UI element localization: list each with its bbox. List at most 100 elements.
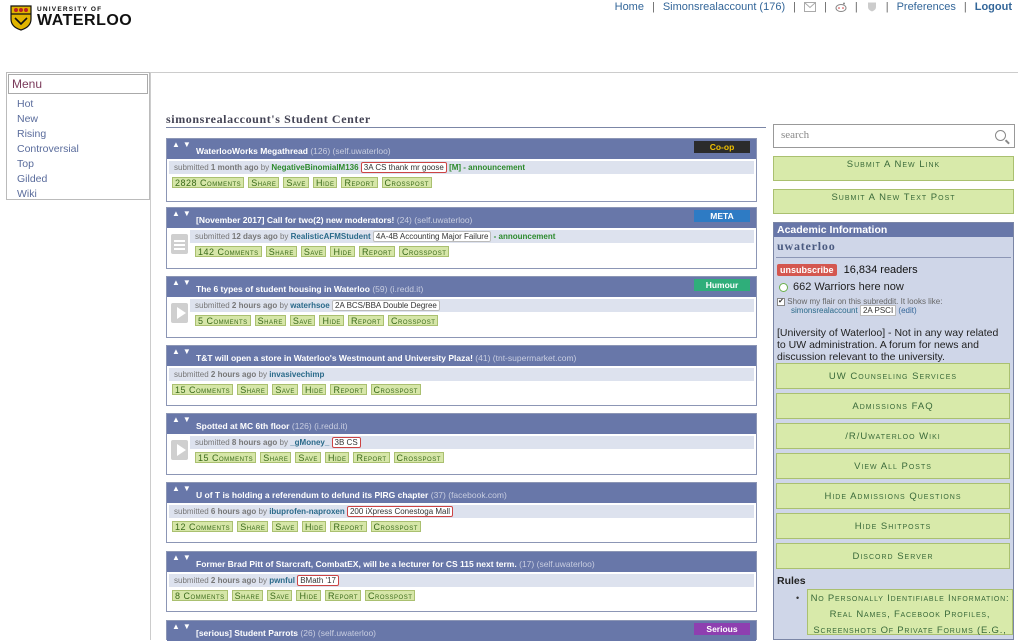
link-view-all-posts[interactable]: View All Posts xyxy=(776,453,1010,479)
menu-item-rising[interactable]: Rising xyxy=(17,127,149,142)
menu-item-label[interactable]: Gilded xyxy=(17,173,47,185)
link-discord-server[interactable]: Discord Server xyxy=(776,543,1010,569)
comments-button[interactable]: 15 Comments xyxy=(172,384,234,395)
image-thumbnail-icon[interactable] xyxy=(171,440,188,460)
crosspost-button[interactable]: Crosspost xyxy=(365,590,416,601)
save-button[interactable]: Save xyxy=(289,315,316,326)
menu-item-new[interactable]: New xyxy=(17,112,149,127)
post-domain[interactable]: (self.uwaterloo) xyxy=(333,146,391,156)
post-title[interactable]: [November 2017] Call for two(2) new mode… xyxy=(196,215,394,225)
post-author[interactable]: waterhsoe xyxy=(290,301,330,310)
hide-button[interactable]: Hide xyxy=(301,384,327,395)
comments-button[interactable]: 5 Comments xyxy=(195,315,251,326)
submit-text-post-button[interactable]: Submit A New Text Post xyxy=(773,189,1014,214)
vote-arrows-icon[interactable]: ▲▼ xyxy=(172,622,194,631)
shield-icon[interactable] xyxy=(866,2,878,12)
hide-button[interactable]: Hide xyxy=(330,246,355,257)
vote-arrows-icon[interactable]: ▲▼ xyxy=(172,347,194,356)
hide-button[interactable]: Hide xyxy=(312,177,338,188)
post-title[interactable]: Spotted at MC 6th floor xyxy=(196,421,290,431)
post-author[interactable]: invasivechimp xyxy=(269,370,324,379)
vote-arrows-icon[interactable]: ▲▼ xyxy=(172,553,194,562)
share-button[interactable]: Share xyxy=(265,246,297,257)
report-button[interactable]: Report xyxy=(330,384,367,395)
link-hide-admissions[interactable]: Hide Admissions Questions xyxy=(776,483,1010,509)
comments-button[interactable]: 8 Comments xyxy=(172,590,228,601)
menu-item-hot[interactable]: Hot xyxy=(17,97,149,112)
subreddit-name[interactable]: uwaterloo xyxy=(774,237,1013,257)
vote-arrows-icon[interactable]: ▲▼ xyxy=(172,415,194,424)
save-button[interactable]: Save xyxy=(283,177,309,188)
vote-arrows-icon[interactable]: ▲▼ xyxy=(172,484,194,493)
link-wiki[interactable]: /R/Uwaterloo Wiki xyxy=(776,423,1010,449)
crosspost-button[interactable]: Crosspost xyxy=(388,315,439,326)
crosspost-button[interactable]: Crosspost xyxy=(370,521,421,532)
link-counseling-services[interactable]: UW Counseling Services xyxy=(776,363,1010,389)
search-icon[interactable] xyxy=(995,130,1006,141)
self-post-thumbnail-icon[interactable] xyxy=(171,234,188,254)
post-title[interactable]: Former Brad Pitt of Starcraft, CombatEX,… xyxy=(196,559,517,569)
share-button[interactable]: Share xyxy=(231,590,263,601)
post-author[interactable]: _gMoney_ xyxy=(290,438,329,447)
post-domain[interactable]: (tnt-supermarket.com) xyxy=(493,353,577,363)
post-title[interactable]: [serious] Student Parrots xyxy=(196,628,298,638)
share-button[interactable]: Share xyxy=(260,452,292,463)
report-button[interactable]: Report xyxy=(341,177,378,188)
comments-button[interactable]: 142 Comments xyxy=(195,246,262,257)
logout-link[interactable]: Logout xyxy=(975,1,1012,13)
post-domain[interactable]: (i.redd.it) xyxy=(314,421,348,431)
user-link[interactable]: Simonsrealaccount (176) xyxy=(663,1,785,13)
vote-arrows-icon[interactable]: ▲▼ xyxy=(172,140,194,149)
post-title[interactable]: WaterlooWorks Megathread xyxy=(196,146,308,156)
share-button[interactable]: Share xyxy=(237,521,269,532)
save-button[interactable]: Save xyxy=(300,246,327,257)
crosspost-button[interactable]: Crosspost xyxy=(399,246,450,257)
post-domain[interactable]: (self.uwaterloo) xyxy=(414,215,472,225)
post-author[interactable]: pwnful xyxy=(269,576,295,585)
mail-icon[interactable] xyxy=(803,2,816,12)
menu-item-label[interactable]: Wiki xyxy=(17,188,37,200)
share-button[interactable]: Share xyxy=(248,177,280,188)
crosspost-button[interactable]: Crosspost xyxy=(381,177,432,188)
hide-button[interactable]: Hide xyxy=(301,521,327,532)
home-link[interactable]: Home xyxy=(615,1,644,13)
post-domain[interactable]: (i.redd.it) xyxy=(390,284,424,294)
save-button[interactable]: Save xyxy=(272,521,298,532)
search-input[interactable]: search xyxy=(773,124,1015,148)
post-domain[interactable]: (self.uwaterloo) xyxy=(318,628,376,638)
show-flair-checkbox[interactable]: ✔ xyxy=(777,297,785,306)
university-logo[interactable]: UNIVERSITY OF WATERLOO xyxy=(10,5,132,31)
post-author[interactable]: RealisticAFMStudent xyxy=(291,232,371,241)
menu-item-wiki[interactable]: Wiki xyxy=(17,187,149,202)
menu-item-label[interactable]: Controversial xyxy=(17,143,79,155)
post-author[interactable]: ibuprofen-naproxen xyxy=(269,507,345,516)
menu-item-controversial[interactable]: Controversial xyxy=(17,142,149,157)
menu-item-label[interactable]: Hot xyxy=(17,98,33,110)
save-button[interactable]: Save xyxy=(272,384,298,395)
post-domain[interactable]: (facebook.com) xyxy=(448,490,507,500)
report-button[interactable]: Report xyxy=(347,315,385,326)
hide-button[interactable]: Hide xyxy=(296,590,321,601)
save-button[interactable]: Save xyxy=(266,590,293,601)
save-button[interactable]: Save xyxy=(295,452,321,463)
share-button[interactable]: Share xyxy=(237,384,269,395)
unsubscribe-button[interactable]: unsubscribe xyxy=(777,264,837,276)
image-thumbnail-icon[interactable] xyxy=(171,303,188,323)
flair-username[interactable]: simonsrealaccount xyxy=(777,306,858,315)
preferences-link[interactable]: Preferences xyxy=(897,1,956,13)
report-button[interactable]: Report xyxy=(330,521,367,532)
link-hide-shitposts[interactable]: Hide Shitposts xyxy=(776,513,1010,539)
menu-item-label[interactable]: Rising xyxy=(17,128,46,140)
comments-button[interactable]: 2828 Comments xyxy=(172,177,245,188)
rule-item[interactable]: • No Personally Identifiable Information… xyxy=(796,589,1013,636)
vote-arrows-icon[interactable]: ▲▼ xyxy=(172,278,194,287)
report-button[interactable]: Report xyxy=(324,590,362,601)
comments-button[interactable]: 12 Comments xyxy=(172,521,234,532)
post-author[interactable]: NegativeBinomialM136 xyxy=(271,163,358,172)
comments-button[interactable]: 15 Comments xyxy=(195,452,257,463)
hide-button[interactable]: Hide xyxy=(319,315,344,326)
post-domain[interactable]: (self.uwaterloo) xyxy=(537,559,595,569)
reddit-alien-icon[interactable] xyxy=(835,2,847,12)
crosspost-button[interactable]: Crosspost xyxy=(370,384,421,395)
menu-item-label[interactable]: Top xyxy=(17,158,34,170)
